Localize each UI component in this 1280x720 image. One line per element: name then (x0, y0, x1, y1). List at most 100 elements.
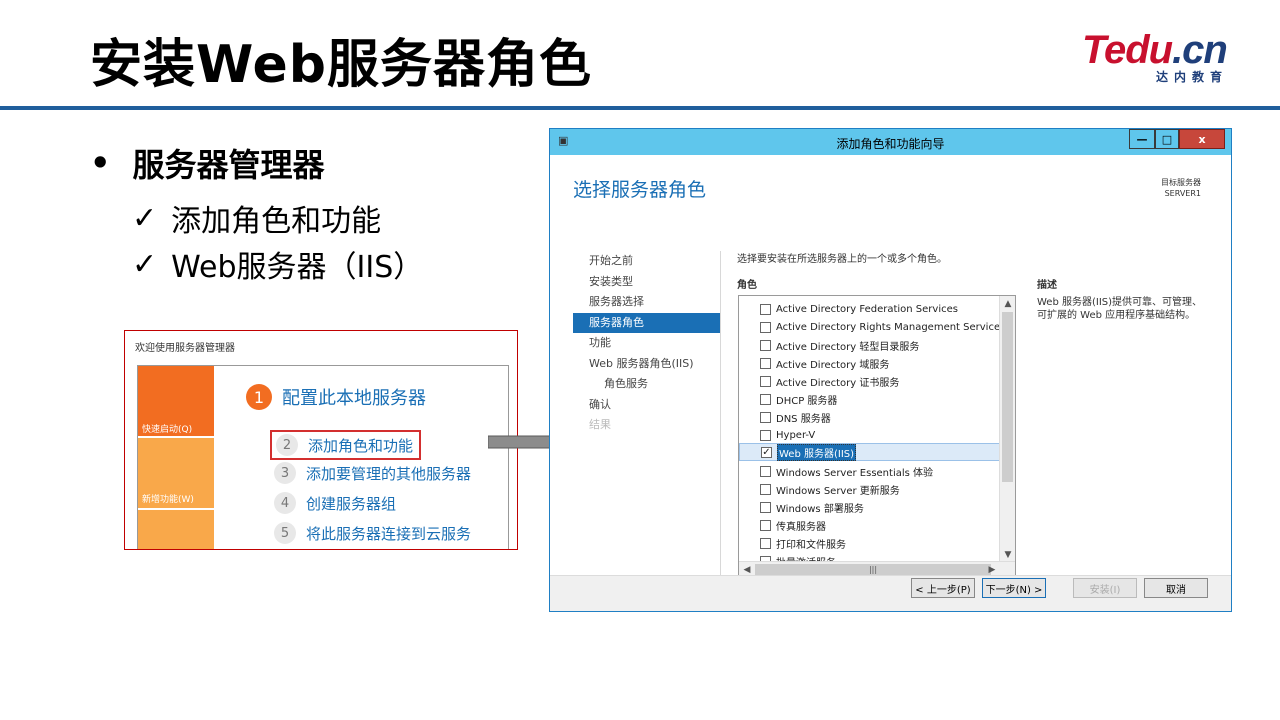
back-button[interactable]: < 上一步(P) (911, 578, 975, 598)
step-label: 添加要管理的其他服务器 (306, 464, 472, 483)
quick-start-label: 快速启动(Q) (142, 425, 193, 435)
role-checkbox[interactable] (760, 411, 771, 423)
role-item[interactable]: 传真服务器 (739, 516, 1000, 534)
nav-server-selection[interactable]: 服务器选择 (573, 292, 720, 313)
step-number: 2 (276, 434, 298, 456)
step-label: 将此服务器连接到云服务 (306, 524, 472, 543)
sub-bullet-1: ✓ 添加角色和功能 (132, 196, 381, 240)
role-item[interactable]: DHCP 服务器 (739, 390, 1000, 408)
role-item[interactable]: 打印和文件服务 (739, 534, 1000, 552)
slide-title: 安装Web服务器角色 (90, 35, 592, 95)
nav-role-services[interactable]: 角色服务 (573, 374, 720, 395)
role-checkbox[interactable] (760, 321, 771, 333)
step-add-other-servers[interactable]: 3 添加要管理的其他服务器 (274, 462, 471, 484)
role-checkbox[interactable] (760, 483, 771, 495)
role-checkbox[interactable] (760, 537, 771, 549)
description-text: Web 服务器(IIS)提供可靠、可管理、可扩展的 Web 应用程序基础结构。 (1037, 297, 1203, 321)
wizard-nav: 开始之前 安装类型 服务器选择 服务器角色 功能 Web 服务器角色(IIS) … (573, 251, 720, 436)
new-features-label: 新增功能(W) (142, 495, 194, 505)
scroll-thumb[interactable] (1002, 312, 1013, 482)
role-item-web-server[interactable]: ✓ Web 服务器(IIS) (739, 443, 1000, 461)
bullet-dot: • (90, 144, 111, 182)
nav-before-you-begin[interactable]: 开始之前 (573, 251, 720, 272)
logo-wordmark: Tedu.cn (1082, 28, 1228, 72)
nav-installation-type[interactable]: 安装类型 (573, 272, 720, 293)
check-icon: ✓ (132, 200, 158, 236)
cancel-button[interactable]: 取消 (1144, 578, 1208, 598)
role-item[interactable]: Active Directory Rights Management Servi… (739, 318, 1005, 336)
nav-results: 结果 (589, 418, 611, 431)
role-checkbox[interactable] (760, 303, 771, 315)
wizard-heading: 选择服务器角色 (573, 179, 707, 201)
server-manager-title: 欢迎使用服务器管理器 (135, 343, 235, 354)
role-item[interactable]: Active Directory Federation Services (739, 300, 1000, 318)
new-features-tile[interactable]: 新增功能(W) (138, 438, 214, 508)
role-checkbox[interactable] (760, 357, 771, 369)
wizard-body: 选择服务器角色 目标服务器 SERVER1 开始之前 安装类型 服务器选择 服务… (550, 155, 1231, 579)
step-label: 添加角色和功能 (308, 436, 414, 455)
role-checkbox[interactable] (760, 465, 771, 477)
roles-list: Active Directory Federation Services Act… (738, 295, 1016, 578)
role-checkbox[interactable] (760, 375, 771, 387)
step-configure-local-server[interactable]: 1 配置此本地服务器 (246, 384, 426, 410)
role-item[interactable]: Active Directory 证书服务 (739, 372, 1000, 390)
header-divider (0, 106, 1280, 110)
nav-server-roles[interactable]: 服务器角色 (573, 312, 720, 333)
step-number: 3 (274, 462, 296, 484)
roles-header: 角色 (737, 280, 757, 291)
server-manager-panel: 欢迎使用服务器管理器 快速启动(Q) 新增功能(W) 1 配置此本地服务器 2 … (124, 330, 518, 550)
server-manager-welcome: 快速启动(Q) 新增功能(W) 1 配置此本地服务器 2 添加角色和功能 3 添… (137, 365, 509, 549)
destination-server: 目标服务器 SERVER1 (1161, 177, 1201, 199)
nav-divider (720, 251, 721, 579)
maximize-button[interactable]: □ (1155, 129, 1179, 149)
step-number: 4 (274, 492, 296, 514)
role-item[interactable]: DNS 服务器 (739, 408, 1000, 426)
h-scroll-thumb[interactable]: ||| (755, 564, 991, 575)
title-bar[interactable]: ▣ 添加角色和功能向导 — □ x (550, 129, 1231, 155)
role-checkbox[interactable] (760, 339, 771, 351)
role-checkbox[interactable] (760, 501, 771, 513)
role-checkbox[interactable] (760, 429, 771, 441)
step-number: 1 (246, 384, 272, 410)
sub-bullet-2: ✓ Web服务器（IIS） (132, 242, 423, 286)
destination-value: SERVER1 (1164, 189, 1201, 198)
logo-subtitle: 达内教育 (1156, 70, 1229, 84)
role-item[interactable]: Active Directory 域服务 (739, 354, 1000, 372)
role-item[interactable]: Windows Server 更新服务 (739, 480, 1000, 498)
role-checkbox-checked[interactable]: ✓ (761, 446, 772, 458)
next-button[interactable]: 下一步(N) > (982, 578, 1046, 598)
step-label: 配置此本地服务器 (282, 388, 426, 409)
description-header: 描述 (1037, 280, 1057, 291)
window-controls: — □ x (1129, 129, 1225, 149)
step-number: 5 (274, 522, 296, 544)
roles-intro-text: 选择要安装在所选服务器上的一个或多个角色。 (737, 254, 947, 265)
add-roles-wizard-window: ▣ 添加角色和功能向导 — □ x 选择服务器角色 目标服务器 SERVER1 … (549, 128, 1232, 612)
destination-label: 目标服务器 (1161, 178, 1201, 187)
role-item[interactable]: Windows 部署服务 (739, 498, 1000, 516)
role-checkbox[interactable] (760, 519, 771, 531)
step-connect-cloud[interactable]: 5 将此服务器连接到云服务 (274, 522, 471, 544)
nav-confirmation[interactable]: 确认 (573, 395, 720, 416)
role-item[interactable]: Hyper-V (739, 426, 1000, 444)
nav-features[interactable]: 功能 (573, 333, 720, 354)
role-item[interactable]: Windows Server Essentials 体验 (739, 462, 1000, 480)
role-item[interactable]: Active Directory 轻型目录服务 (739, 336, 1000, 354)
install-button: 安装(I) (1073, 578, 1137, 598)
bullet-main: • 服务器管理器 (90, 140, 324, 186)
role-checkbox[interactable] (760, 393, 771, 405)
sub-bullet-text: Web服务器（IIS） (171, 250, 424, 285)
bullet-text: 服务器管理器 (132, 146, 325, 184)
vertical-scrollbar[interactable]: ▲ ▼ (999, 296, 1015, 563)
sub-bullet-text: 添加角色和功能 (171, 204, 382, 239)
step-add-roles-features[interactable]: 2 添加角色和功能 (270, 430, 422, 460)
minimize-button[interactable]: — (1129, 129, 1155, 149)
quick-start-tile[interactable]: 快速启动(Q) (138, 366, 214, 436)
learn-more-tile[interactable] (138, 510, 214, 549)
tedu-logo: Tedu.cn 达内教育 (1082, 28, 1242, 84)
step-create-server-group[interactable]: 4 创建服务器组 (274, 492, 396, 514)
scroll-up-icon[interactable]: ▲ (1000, 296, 1015, 312)
close-button[interactable]: x (1179, 129, 1225, 149)
step-label: 创建服务器组 (306, 494, 397, 513)
nav-web-server-role[interactable]: Web 服务器角色(IIS) (573, 354, 720, 375)
check-icon: ✓ (132, 246, 158, 282)
